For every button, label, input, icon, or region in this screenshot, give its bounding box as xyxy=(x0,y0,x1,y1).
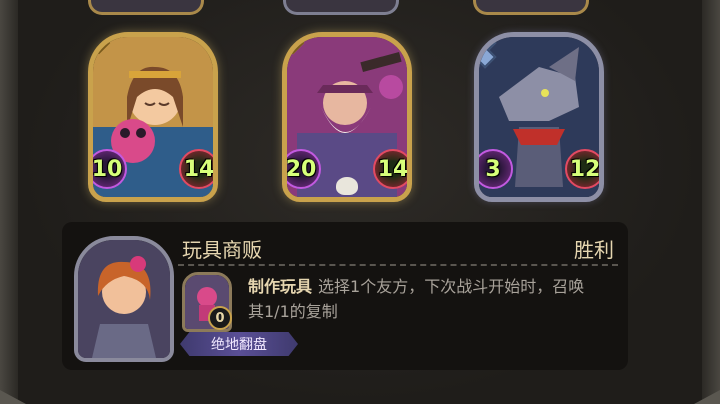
toy-vendor-portrait-art xyxy=(78,240,170,358)
skill-description: 制作玩具 选择1个友方，下次战斗开始时，召唤其1/1的复制 xyxy=(248,274,592,324)
battle-status: 胜利 xyxy=(574,238,614,262)
toy-vendor-portrait xyxy=(74,236,174,362)
minion-info-panel: 玩具商贩 胜利 0 制作玩具 选择1个友方，下次战斗开始时，召唤其1/1的复制 绝… xyxy=(62,222,628,370)
partial-card-top-center[interactable] xyxy=(283,0,399,15)
divider xyxy=(178,264,618,266)
attack-stat: 20 xyxy=(287,149,321,189)
minion-name: 玩具商贩 xyxy=(182,238,262,262)
skill-name: 制作玩具 xyxy=(248,277,313,296)
health-stat: 12 xyxy=(565,149,599,189)
health-stat: 14 xyxy=(179,149,213,189)
attack-stat: 3 xyxy=(479,149,513,189)
partial-card-top-left[interactable] xyxy=(88,0,204,15)
health-stat: 14 xyxy=(373,149,407,189)
left-frame-border xyxy=(0,0,19,404)
skull-icon xyxy=(336,177,358,195)
minion-card-old-bandit[interactable]: 20 14 xyxy=(282,32,412,202)
minion-card-rat-scout[interactable]: 3 12 xyxy=(474,32,604,202)
partial-card-top-right[interactable] xyxy=(473,0,589,15)
mini-card-cost: 0 xyxy=(208,306,232,330)
attack-stat: 10 xyxy=(93,149,127,189)
minion-card-doll-girl[interactable]: 10 14 xyxy=(88,32,218,202)
keyword-tag[interactable]: 绝地翻盘 xyxy=(180,332,298,356)
right-frame-border xyxy=(701,0,720,404)
